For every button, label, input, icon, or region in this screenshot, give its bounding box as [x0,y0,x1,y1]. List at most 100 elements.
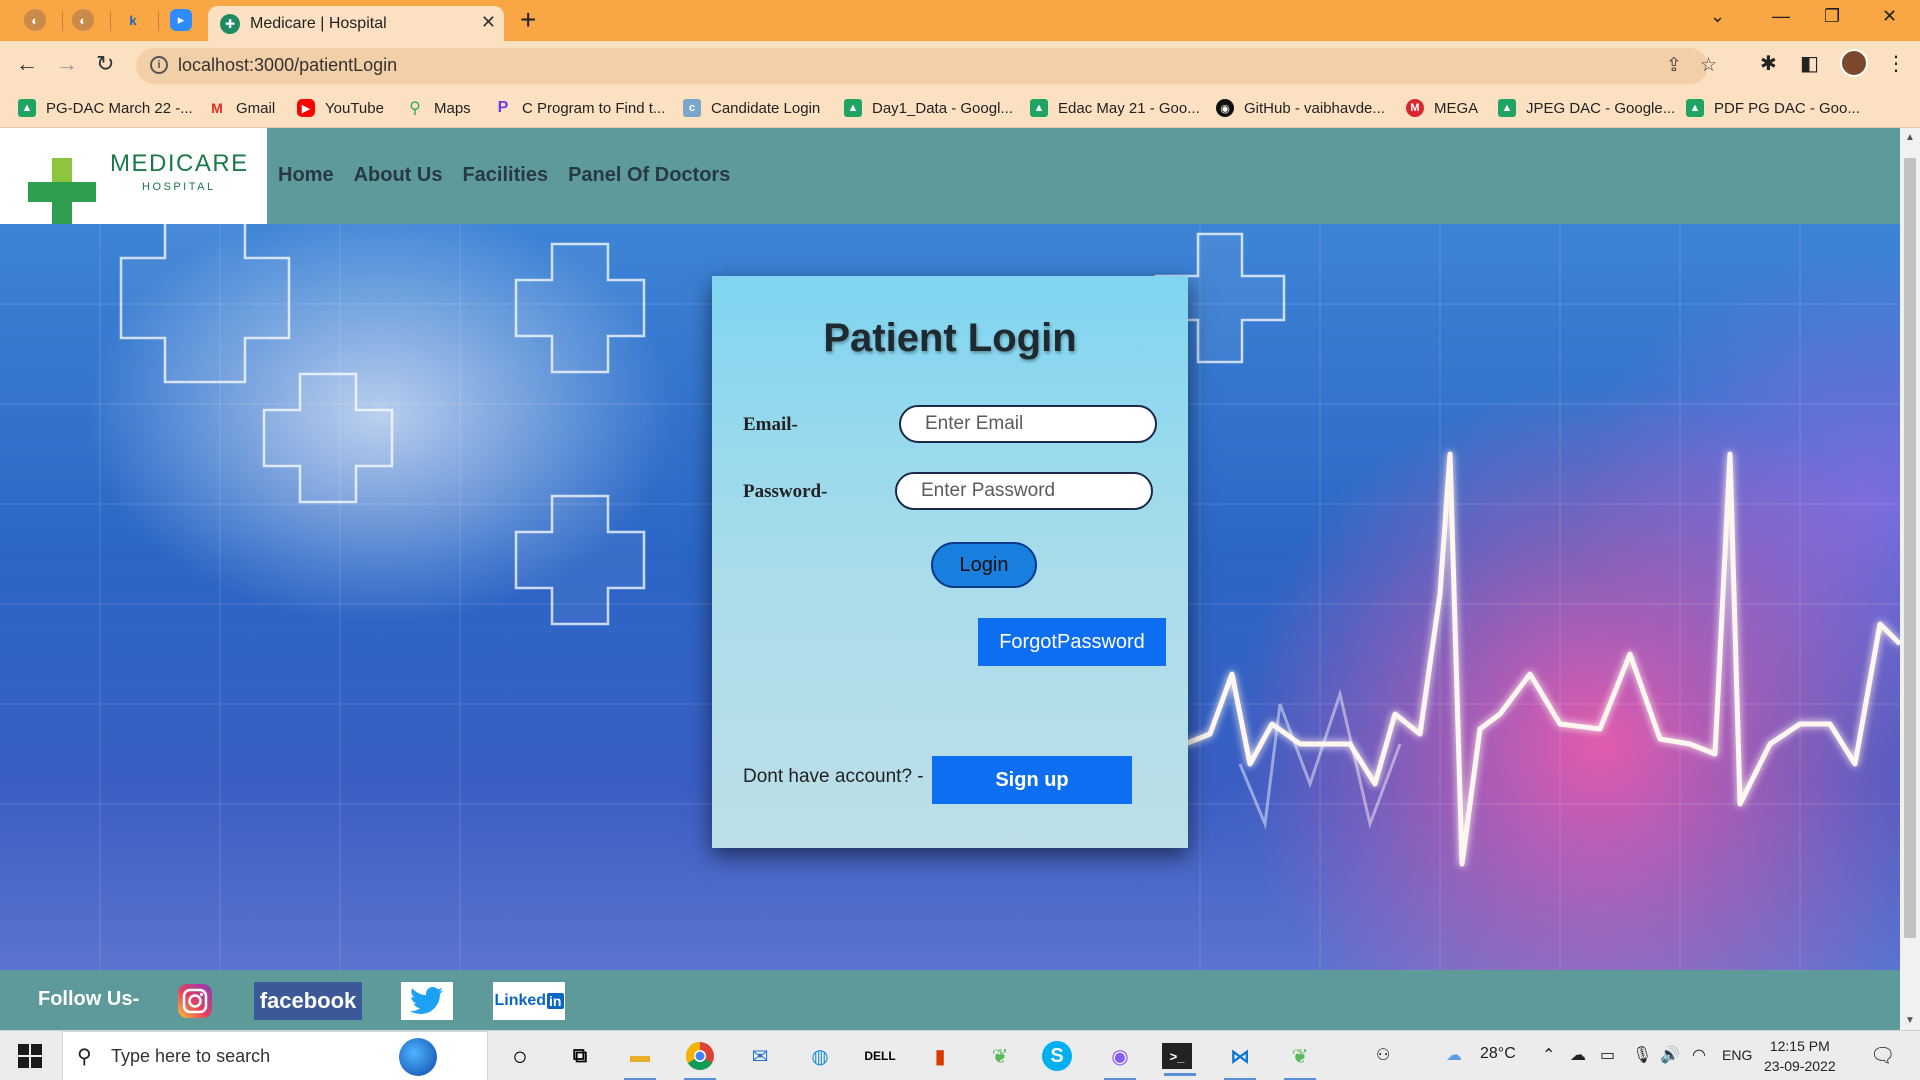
media-app-icon[interactable]: ◉ [1102,1038,1138,1080]
wifi-icon[interactable]: ◠ [1692,1045,1706,1065]
nav-about-us[interactable]: About Us [354,164,443,187]
instagram-icon[interactable] [176,982,214,1020]
password-input[interactable] [895,472,1153,510]
twitter-icon[interactable] [401,982,453,1020]
google-drive-icon: ▲ [1030,99,1048,117]
mail-icon[interactable]: ✉ [742,1038,778,1074]
taskbar-search-box[interactable]: ⚲ Type here to search [62,1031,488,1080]
bookmark-item[interactable]: PC Program to Find t... [494,96,666,120]
address-url[interactable]: localhost:3000/patientLogin [178,55,397,76]
site-logo[interactable]: MEDICARE HOSPITAL [0,128,267,226]
tab-active[interactable]: ✚ Medicare | Hospital ✕ [208,6,504,41]
medicare-favicon-icon: ✚ [220,14,240,34]
follow-us-label: Follow Us- [38,988,140,1010]
spring-boot-icon[interactable]: ❦ [1282,1038,1318,1080]
new-tab-icon[interactable]: + [520,6,536,34]
google-drive-icon: ▲ [844,99,862,117]
side-panel-icon[interactable]: ◧ [1800,51,1819,76]
battery-icon[interactable]: ▭ [1600,1045,1615,1065]
microphone-icon[interactable]: 🎙 [1632,1045,1652,1065]
restore-icon[interactable]: ❐ [1824,6,1840,27]
terminal-icon[interactable]: >_ [1162,1043,1196,1076]
nav-home[interactable]: Home [278,164,334,187]
spring-tool-icon[interactable]: ❦ [982,1038,1018,1074]
email-input[interactable] [899,405,1157,443]
medicare-cross-logo-icon [28,158,96,226]
facebook-link[interactable]: facebook [254,982,362,1020]
tab-favicon-k-icon[interactable]: k [122,9,144,31]
login-title: Patient Login [823,316,1077,360]
scrollbar-thumb[interactable] [1904,158,1916,938]
language-indicator[interactable]: ENG [1722,1047,1752,1063]
bookmark-item[interactable]: ▲ Day1_Data - Googl... [844,96,1013,120]
tab-title: Medicare | Hospital [250,15,387,32]
tab-favicon-icon[interactable]: ◐ [24,9,46,31]
weather-icon[interactable]: ☁ [1446,1045,1462,1065]
share-icon[interactable]: ⇪ [1666,54,1682,77]
google-drive-icon: ▲ [18,99,36,117]
menu-kebab-icon[interactable]: ⋮ [1886,51,1906,76]
bookmark-item[interactable]: ▲ Edac May 21 - Goo... [1030,96,1200,120]
windows-start-icon[interactable] [18,1044,42,1068]
nav-panel-of-doctors[interactable]: Panel Of Doctors [568,164,730,187]
reload-icon[interactable]: ↻ [96,51,114,77]
notifications-icon[interactable]: 🗨 [1870,1043,1895,1068]
tab-close-icon[interactable]: ✕ [481,12,496,33]
bookmark-item[interactable]: ⚲ Maps [406,96,471,120]
password-label: Password- [743,481,828,502]
tab-separator [62,11,63,31]
task-view-icon[interactable]: ⧉ [562,1038,598,1074]
bookmark-item[interactable]: ▲ JPEG DAC - Google... [1498,96,1675,120]
bookmark-item[interactable]: M Gmail [208,96,275,120]
tab-favicon-zoom-icon[interactable]: ▸ [170,9,192,31]
scroll-down-arrow-icon[interactable]: ▼ [1905,1015,1915,1026]
file-explorer-icon[interactable]: ▬ [622,1038,658,1080]
edge-icon[interactable]: ◍ [802,1038,838,1074]
site-navbar: MEDICARE HOSPITAL Home About Us Faciliti… [0,128,1900,226]
people-icon[interactable]: ⚇ [1376,1045,1390,1065]
address-bar[interactable]: i localhost:3000/patientLogin ⇪ ☆ [136,48,1717,84]
page-scrollbar[interactable]: ▲ ▼ [1900,128,1920,1030]
scroll-up-arrow-icon[interactable]: ▲ [1905,132,1915,143]
back-icon[interactable]: ← [16,51,38,77]
office-icon[interactable]: ▮ [922,1038,958,1074]
minimize-icon[interactable]: — [1772,6,1790,27]
signup-button[interactable]: Sign up [932,756,1132,804]
volume-icon[interactable]: 🔊 [1660,1045,1680,1065]
vscode-icon[interactable]: ⋈ [1222,1038,1258,1080]
linkedin-link[interactable]: Linked in [493,982,565,1020]
nav-facilities[interactable]: Facilities [462,164,548,187]
tab-search-chevron-icon[interactable]: ⌄ [1710,6,1725,27]
bookmark-item[interactable]: ▶ YouTube [297,96,384,120]
linkedin-in-badge: in [547,993,564,1009]
search-highlight-globe-icon [399,1038,437,1076]
bookmark-item[interactable]: ▲ PDF PG DAC - Goo... [1686,96,1860,120]
temperature-text[interactable]: 28°C [1480,1045,1516,1063]
system-clock[interactable]: 12:15 PM 23-09-2022 [1764,1036,1836,1076]
dell-icon[interactable]: DELL [862,1038,898,1074]
profile-avatar[interactable] [1840,49,1868,77]
google-drive-icon: ▲ [1686,99,1704,117]
login-button[interactable]: Login [931,542,1037,588]
taskbar-search-placeholder: Type here to search [111,1046,271,1066]
site-info-icon[interactable]: i [150,56,168,74]
extensions-icon[interactable]: ✱ [1760,51,1777,76]
chrome-icon[interactable] [682,1038,718,1080]
bookmark-item[interactable]: M MEGA [1406,96,1478,120]
close-window-icon[interactable]: ✕ [1882,6,1897,27]
skype-icon[interactable]: S [1042,1041,1072,1071]
cdac-icon: c [683,99,701,117]
forgot-password-button[interactable]: ForgotPassword [978,618,1166,666]
forward-icon[interactable]: → [56,51,78,77]
bookmark-item[interactable]: ◉ GitHub - vaibhavde... [1216,96,1385,120]
bookmark-item[interactable]: ▲ PG-DAC March 22 -... [18,96,193,120]
cortana-icon[interactable]: ○ [502,1038,538,1074]
search-icon: ⚲ [77,1046,92,1068]
tray-overflow-chevron-icon[interactable]: ⌃ [1542,1045,1555,1065]
bookmark-item[interactable]: c Candidate Login [683,96,820,120]
bookmark-star-icon[interactable]: ☆ [1700,54,1717,77]
tab-favicon-icon[interactable]: ◐ [72,9,94,31]
hero-background: Patient Login Email- Password- Login For… [0,224,1900,970]
onedrive-icon[interactable]: ☁ [1570,1045,1586,1065]
mega-icon: M [1406,99,1424,117]
